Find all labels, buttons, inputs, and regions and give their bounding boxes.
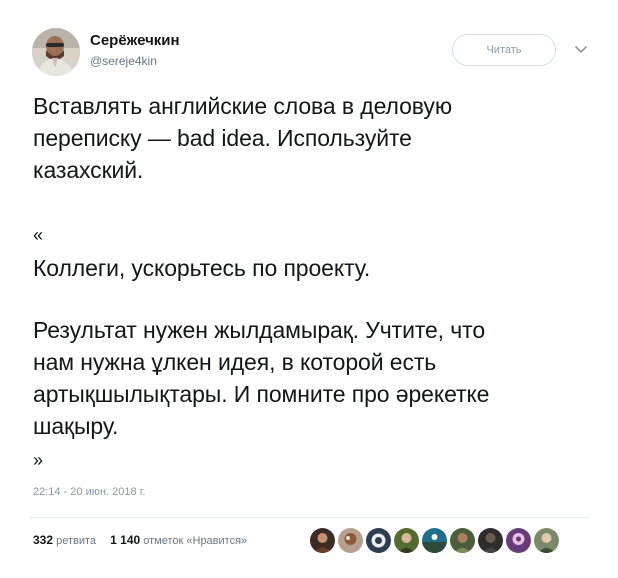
liker-avatar[interactable]	[337, 527, 364, 554]
tweet-line: артықшылықтары. И помните про әрекетке	[33, 381, 490, 407]
engagement-stats: 332 ретвита 1 140 отметок «Нравится»	[33, 533, 247, 547]
liker-avatar[interactable]	[505, 527, 532, 554]
tweet-line: казахский.	[33, 157, 144, 183]
divider	[30, 517, 590, 518]
follow-button[interactable]: Читать	[452, 34, 556, 66]
liker-avatar[interactable]	[477, 527, 504, 554]
tweet-line: Вставлять английские слова в деловую	[33, 93, 452, 119]
tweet-line: Результат нужен жылдамырақ. Учтите, что	[33, 317, 486, 343]
tweet-line: Коллеги, ускорьтесь по проекту.	[33, 255, 371, 281]
tweet-line: переписку — bad idea. Используйте	[33, 125, 412, 151]
author-display-name[interactable]: Серёжечкин	[90, 32, 180, 49]
liker-avatar[interactable]	[421, 527, 448, 554]
author-avatar[interactable]	[32, 28, 80, 76]
tweet-line: шақыру.	[33, 413, 119, 439]
likes-label[interactable]: отметок «Нравится»	[143, 535, 247, 547]
quote-open-mark: «	[33, 225, 44, 245]
liker-avatar[interactable]	[533, 527, 560, 554]
liker-avatar[interactable]	[365, 527, 392, 554]
retweets-count[interactable]: 332	[33, 533, 53, 547]
tweet-line: нам нужна ұлкен идея, в которой есть	[33, 349, 437, 375]
quote-close-mark: »	[33, 450, 44, 470]
author-handle[interactable]: @sereje4kin	[90, 54, 157, 68]
likes-count[interactable]: 1 140	[110, 533, 140, 547]
liker-avatar[interactable]	[449, 527, 476, 554]
tweet-card: Серёжечкин @sereje4kin Читать Вставлять …	[0, 0, 618, 578]
retweets-label[interactable]: ретвита	[56, 535, 96, 547]
liker-avatar[interactable]	[393, 527, 420, 554]
tweet-timestamp[interactable]: 22:14 - 20 июн. 2018 г.	[33, 486, 145, 498]
liker-avatar[interactable]	[309, 527, 336, 554]
chevron-down-icon[interactable]	[573, 43, 589, 55]
